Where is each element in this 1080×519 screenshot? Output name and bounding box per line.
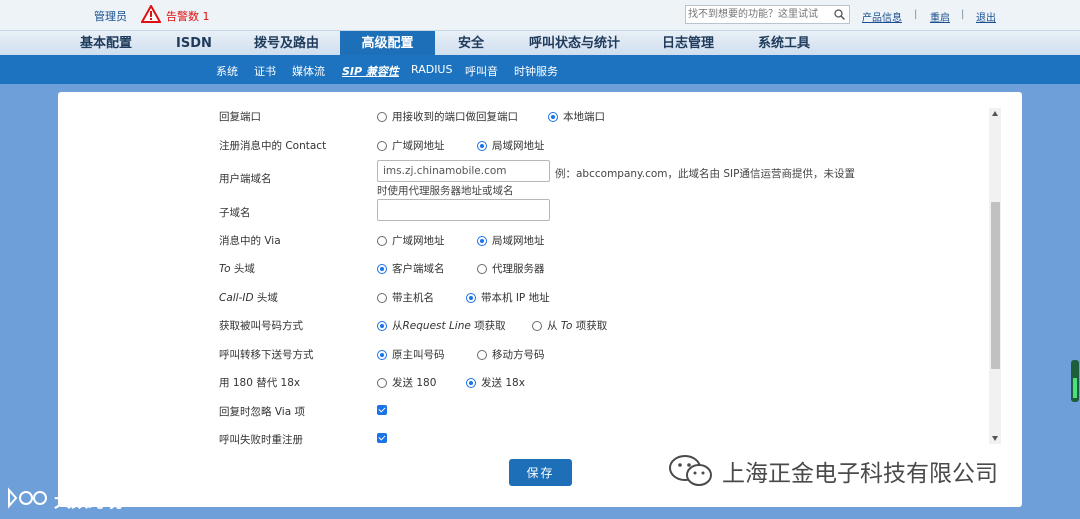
watermark-brand: 大数跨境 <box>6 486 122 512</box>
radio-button[interactable] <box>477 349 487 360</box>
to-proxy-option[interactable]: 代理服务器 <box>477 261 545 276</box>
nav-basic-config[interactable]: 基本配置 <box>80 31 132 56</box>
sub-nav: 系统 证书 媒体流 SIP 兼容性 RADIUS 呼叫音 时钟服务 <box>0 55 1080 84</box>
radio-button[interactable] <box>377 377 387 388</box>
watermark-company: 上海正金电子科技有限公司 <box>668 451 998 491</box>
send-180-option[interactable]: 发送 180 <box>377 375 436 390</box>
wechat-icon <box>669 455 712 486</box>
brand-logo-icon <box>8 487 47 509</box>
via-wan-option[interactable]: 广域网地址 <box>377 233 445 248</box>
radio-button[interactable] <box>377 349 387 360</box>
user-role: 管理员 <box>94 10 127 23</box>
via-label: 消息中的 Via <box>219 235 281 247</box>
send-18x-option[interactable]: 发送 18x <box>466 375 525 390</box>
subnav-sip-compat[interactable]: SIP 兼容性 <box>342 63 399 79</box>
side-widget[interactable] <box>1071 360 1079 402</box>
radio-button[interactable] <box>377 111 387 122</box>
ignore-via-label: 回复时忽略 Via 项 <box>219 406 305 418</box>
separator: | <box>914 9 918 20</box>
product-info-link[interactable]: 产品信息 <box>862 9 902 24</box>
subnav-call-tone[interactable]: 呼叫音 <box>465 63 498 79</box>
callid-hostname-option[interactable]: 带主机名 <box>377 290 434 305</box>
radio-button[interactable] <box>477 140 487 151</box>
reregister-checkbox[interactable] <box>377 433 387 443</box>
search-input[interactable] <box>688 7 828 22</box>
subnav-certificate[interactable]: 证书 <box>254 63 276 79</box>
radio-button[interactable] <box>466 377 476 388</box>
subnav-media-stream[interactable]: 媒体流 <box>292 63 325 79</box>
search-icon[interactable] <box>834 9 845 20</box>
alarm-label: 告警数 <box>166 10 199 23</box>
nav-system-tools[interactable]: 系统工具 <box>758 31 810 56</box>
user-domain-label: 用户端域名 <box>219 173 272 185</box>
radio-button[interactable] <box>377 263 387 274</box>
nav-advanced-config[interactable]: 高级配置 <box>340 31 435 56</box>
radio-button[interactable] <box>377 235 387 246</box>
reply-port-received-option[interactable]: 用接收到的端口做回复端口 <box>377 109 518 124</box>
called-request-line-option[interactable]: 从Request Line 项获取 <box>377 318 506 333</box>
settings-panel: 回复端口 用接收到的端口做回复端口 本地端口 注册消息中的 Contact 广域… <box>58 92 1022 507</box>
main-nav: 基本配置 ISDN 拨号及路由 高级配置 安全 呼叫状态与统计 日志管理 系统工… <box>0 30 1080 56</box>
search-box[interactable] <box>685 5 850 24</box>
radio-button[interactable] <box>477 235 487 246</box>
subnav-system[interactable]: 系统 <box>216 63 238 79</box>
transfer-original-caller-option[interactable]: 原主叫号码 <box>377 347 445 362</box>
radio-button[interactable] <box>548 111 558 122</box>
ignore-via-checkbox[interactable] <box>377 405 387 415</box>
radio-button[interactable] <box>532 320 542 331</box>
radio-button[interactable] <box>377 320 387 331</box>
watermark-company-text: 上海正金电子科技有限公司 <box>722 461 998 487</box>
user-domain-input[interactable] <box>377 160 550 182</box>
nav-log-management[interactable]: 日志管理 <box>662 31 714 56</box>
alarm-count[interactable]: 告警数 1 <box>166 8 210 24</box>
contact-label: 注册消息中的 Contact <box>219 140 327 152</box>
watermark-brand-text: 大数跨境 <box>54 491 122 512</box>
radio-button[interactable] <box>477 263 487 274</box>
to-header-label: To 头域 <box>219 263 255 275</box>
user-domain-hint-cont: 时使用代理服务器地址或域名 <box>377 185 514 197</box>
called-to-option[interactable]: 从 To 项获取 <box>532 318 607 333</box>
reregister-label: 呼叫失败时重注册 <box>219 434 303 446</box>
via-lan-option[interactable]: 局域网地址 <box>477 233 545 248</box>
alarm-number: 1 <box>202 10 210 23</box>
scroll-down-icon[interactable] <box>992 436 998 441</box>
separator: | <box>961 9 965 20</box>
subnav-radius[interactable]: RADIUS <box>411 63 452 76</box>
nav-dial-routing[interactable]: 拨号及路由 <box>254 31 319 56</box>
scrollbar-thumb[interactable] <box>991 202 1000 369</box>
reply-port-label: 回复端口 <box>219 111 261 123</box>
save-button[interactable]: 保存 <box>509 459 572 486</box>
logout-link[interactable]: 退出 <box>976 9 996 24</box>
nav-security[interactable]: 安全 <box>458 31 484 56</box>
radio-button[interactable] <box>377 292 387 303</box>
scroll-up-icon[interactable] <box>992 111 998 116</box>
transfer-mobile-option[interactable]: 移动方号码 <box>477 347 545 362</box>
transfer-number-label: 呼叫转移下送号方式 <box>219 349 314 361</box>
radio-button[interactable] <box>466 292 476 303</box>
contact-wan-option[interactable]: 广域网地址 <box>377 138 445 153</box>
warning-icon[interactable] <box>141 5 161 23</box>
reply-port-local-option[interactable]: 本地端口 <box>548 109 605 124</box>
user-domain-hint: 例：abccompany.com，此域名由 SIP通信运营商提供，未设置 <box>555 168 855 180</box>
contact-lan-option[interactable]: 局域网地址 <box>477 138 545 153</box>
restart-link[interactable]: 重启 <box>930 9 950 24</box>
top-bar: 管理员 告警数 1 产品信息 | 重启 | 退出 <box>0 0 1080 30</box>
subdomain-label: 子域名 <box>219 207 251 219</box>
nav-call-status[interactable]: 呼叫状态与统计 <box>529 31 620 56</box>
subnav-clock-service[interactable]: 时钟服务 <box>514 63 558 79</box>
replace-180-label: 用 180 替代 18x <box>219 377 301 389</box>
to-client-domain-option[interactable]: 客户端域名 <box>377 261 445 276</box>
subdomain-input[interactable] <box>377 199 550 221</box>
nav-isdn[interactable]: ISDN <box>176 31 212 56</box>
callid-header-label: Call-ID 头域 <box>219 292 278 304</box>
callid-local-ip-option[interactable]: 带本机 IP 地址 <box>466 290 550 305</box>
radio-button[interactable] <box>377 140 387 151</box>
called-number-label: 获取被叫号码方式 <box>219 320 303 332</box>
